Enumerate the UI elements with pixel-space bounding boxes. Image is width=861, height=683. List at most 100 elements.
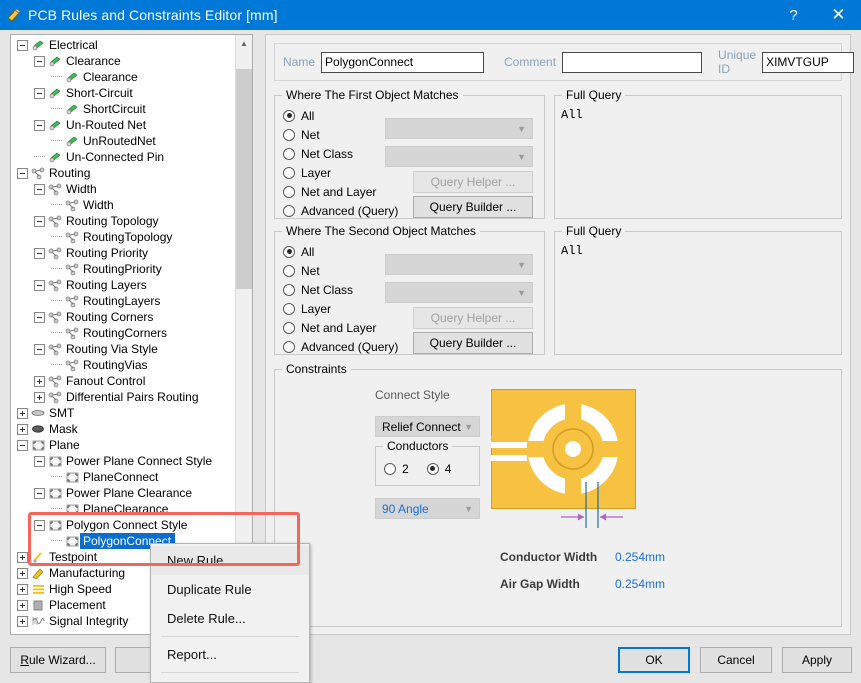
tree-item-electrical[interactable]: Electrical [11, 37, 236, 53]
expand-icon[interactable] [17, 600, 28, 611]
context-menu-item-export-rules[interactable]: Export Rules... [151, 676, 309, 683]
tree-item-planeconnect[interactable]: PlaneConnect [11, 469, 236, 485]
tree-item-routingvias[interactable]: RoutingVias [11, 357, 236, 373]
connect-style-combo[interactable]: Relief Connect ▼ [375, 416, 480, 437]
tree-item-un-connected-pin[interactable]: Un-Connected Pin [11, 149, 236, 165]
second-object-net-combo[interactable]: ▼ [385, 254, 533, 275]
collapse-icon[interactable] [34, 120, 45, 131]
second-object-query-helper-button[interactable]: Query Helper ... [413, 307, 533, 329]
second-object-radio-all[interactable]: All [283, 242, 398, 261]
first-object-radio-net-class[interactable]: Net Class [283, 144, 398, 163]
first-object-query-helper-button[interactable]: Query Helper ... [413, 171, 533, 193]
second-object-query-builder-button[interactable]: Query Builder ... [413, 332, 533, 354]
tree-item-planeclearance[interactable]: PlaneClearance [11, 501, 236, 517]
collapse-icon[interactable] [34, 88, 45, 99]
tree-item-clearance[interactable]: Clearance [11, 53, 236, 69]
tree-item-routing-priority[interactable]: Routing Priority [11, 245, 236, 261]
tree-item-routing-topology[interactable]: Routing Topology [11, 213, 236, 229]
second-object-radio-layer[interactable]: Layer [283, 299, 398, 318]
tree-item-plane[interactable]: Plane [11, 437, 236, 453]
collapse-icon[interactable] [34, 456, 45, 467]
unique-id-input[interactable] [762, 52, 854, 73]
second-object-radio-net-class[interactable]: Net Class [283, 280, 398, 299]
expand-icon[interactable] [17, 584, 28, 595]
collapse-icon[interactable] [34, 312, 45, 323]
expand-icon[interactable] [34, 376, 45, 387]
first-object-radio-advanced-query[interactable]: Advanced (Query) [283, 201, 398, 220]
tree-item-routingcorners[interactable]: RoutingCorners [11, 325, 236, 341]
collapse-icon[interactable] [34, 216, 45, 227]
collapse-icon[interactable] [34, 184, 45, 195]
expand-icon[interactable] [17, 568, 28, 579]
expand-icon[interactable] [17, 408, 28, 419]
tree-item-power-plane-connect-style[interactable]: Power Plane Connect Style [11, 453, 236, 469]
collapse-icon[interactable] [34, 344, 45, 355]
tree-item-width[interactable]: Width [11, 181, 236, 197]
tree-item-routing-via-style[interactable]: Routing Via Style [11, 341, 236, 357]
tree-item-polygon-connect-style[interactable]: Polygon Connect Style [11, 517, 236, 533]
tree-item-routing-corners[interactable]: Routing Corners [11, 309, 236, 325]
apply-button[interactable]: Apply [782, 647, 852, 673]
ok-button[interactable]: OK [618, 647, 690, 673]
collapse-icon[interactable] [34, 520, 45, 531]
tree-item-differential-pairs-routing[interactable]: Differential Pairs Routing [11, 389, 236, 405]
collapse-icon[interactable] [34, 280, 45, 291]
tree-item-fanout-control[interactable]: Fanout Control [11, 373, 236, 389]
collapse-icon[interactable] [17, 40, 28, 51]
tree-item-clearance[interactable]: Clearance [11, 69, 236, 85]
tree-item-short-circuit[interactable]: Short-Circuit [11, 85, 236, 101]
context-menu-item-delete-rule[interactable]: Delete Rule... [151, 604, 309, 633]
conductors-radio-4[interactable]: 4 [427, 459, 452, 478]
expand-icon[interactable] [34, 392, 45, 403]
tree-item-routinglayers[interactable]: RoutingLayers [11, 293, 236, 309]
collapse-icon[interactable] [34, 248, 45, 259]
cancel-button[interactable]: Cancel [700, 647, 772, 673]
first-object-query-builder-button[interactable]: Query Builder ... [413, 196, 533, 218]
expand-icon[interactable] [17, 552, 28, 563]
first-object-netclass-combo[interactable]: ▼ [385, 146, 533, 167]
tree-item-routingpriority[interactable]: RoutingPriority [11, 261, 236, 277]
first-object-radio-all[interactable]: All [283, 106, 398, 125]
angle-combo[interactable]: 90 Angle ▼ [375, 498, 480, 519]
collapse-icon[interactable] [17, 168, 28, 179]
tree-item-routing-layers[interactable]: Routing Layers [11, 277, 236, 293]
tree-item-routing[interactable]: Routing [11, 165, 236, 181]
tree-item-smt[interactable]: SMT [11, 405, 236, 421]
conductors-radio-2[interactable]: 2 [384, 459, 409, 478]
tree-item-width[interactable]: Width [11, 197, 236, 213]
help-button[interactable]: ? [771, 0, 816, 30]
second-object-full-query-text[interactable]: All [561, 244, 583, 258]
second-object-radio-net[interactable]: Net [283, 261, 398, 280]
radio-indicator [283, 129, 295, 141]
first-object-radio-net-and-layer[interactable]: Net and Layer [283, 182, 398, 201]
rule-wizard-button[interactable]: Rule Wizard... [10, 647, 106, 673]
expand-icon[interactable] [17, 616, 28, 627]
rules-tree[interactable]: ElectricalClearanceClearanceShort-Circui… [11, 35, 236, 629]
second-object-radio-advanced-query[interactable]: Advanced (Query) [283, 337, 398, 356]
first-object-full-query-text[interactable]: All [561, 108, 583, 122]
context-menu-item-report[interactable]: Report... [151, 640, 309, 669]
tree-item-unroutednet[interactable]: UnRoutedNet [11, 133, 236, 149]
tree-item-routingtopology[interactable]: RoutingTopology [11, 229, 236, 245]
tree-item-power-plane-clearance[interactable]: Power Plane Clearance [11, 485, 236, 501]
scroll-up-icon[interactable]: ▲ [236, 35, 252, 52]
tree-context-menu[interactable]: New Rule...Duplicate RuleDelete Rule... R… [150, 543, 310, 683]
context-menu-item-duplicate-rule[interactable]: Duplicate Rule [151, 575, 309, 604]
collapse-icon[interactable] [34, 488, 45, 499]
expand-icon[interactable] [17, 424, 28, 435]
comment-input[interactable] [562, 52, 702, 73]
first-object-net-combo[interactable]: ▼ [385, 118, 533, 139]
context-menu-item-new-rule[interactable]: New Rule... [151, 546, 309, 575]
name-input[interactable] [321, 52, 484, 73]
first-object-radio-layer[interactable]: Layer [283, 163, 398, 182]
close-button[interactable]: ✕ [816, 0, 861, 30]
second-object-radio-net-and-layer[interactable]: Net and Layer [283, 318, 398, 337]
scrollbar-thumb[interactable] [236, 69, 253, 289]
second-object-netclass-combo[interactable]: ▼ [385, 282, 533, 303]
tree-item-shortcircuit[interactable]: ShortCircuit [11, 101, 236, 117]
collapse-icon[interactable] [17, 440, 28, 451]
collapse-icon[interactable] [34, 56, 45, 67]
tree-item-un-routed-net[interactable]: Un-Routed Net [11, 117, 236, 133]
tree-item-mask[interactable]: Mask [11, 421, 236, 437]
first-object-radio-net[interactable]: Net [283, 125, 398, 144]
